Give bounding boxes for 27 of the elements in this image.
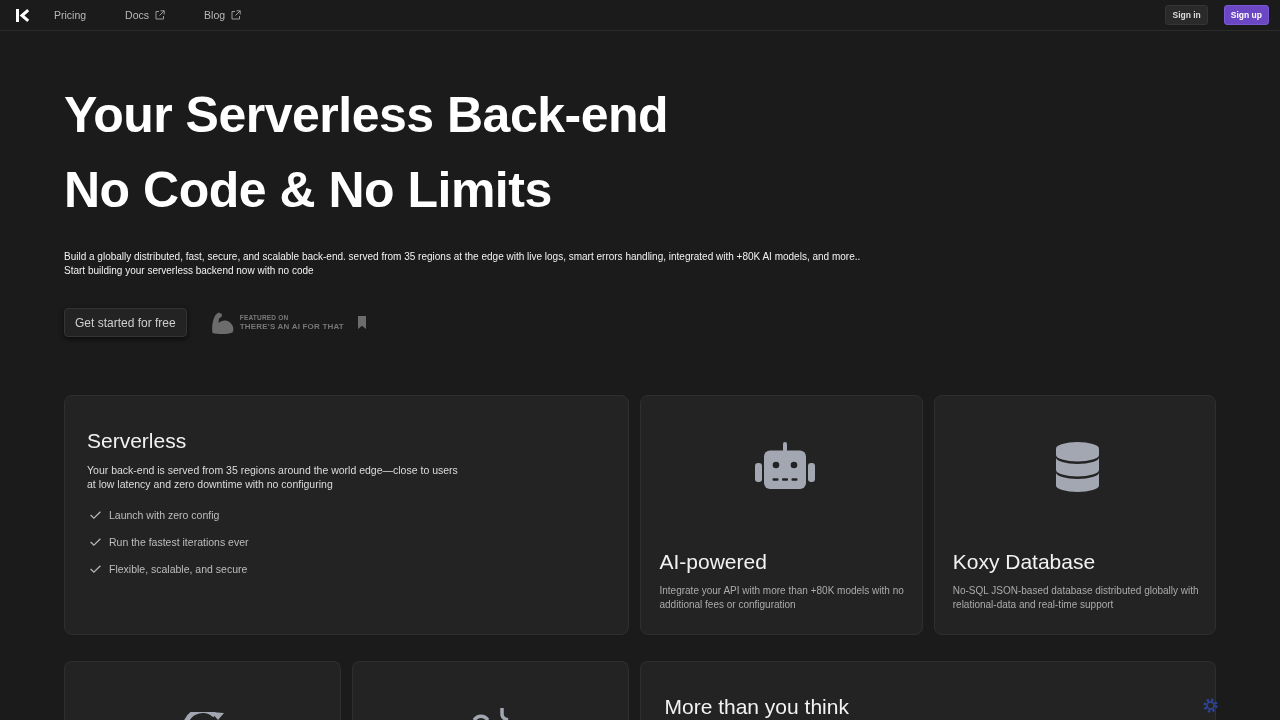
card-title: Koxy Database xyxy=(952,549,1096,574)
curve-icon xyxy=(470,708,511,720)
logo-icon[interactable] xyxy=(16,8,30,22)
nav-link[interactable]: Docs xyxy=(125,8,166,22)
card-title: More than you think xyxy=(664,694,849,719)
card-description: Your back-end is served from 35 regions around the world edge—close to users at low latency and zero downtime with no configuring xyxy=(87,463,459,491)
bookmark-icon xyxy=(357,316,366,329)
hero-title: Your Serverless Back-end No Code & No Limits xyxy=(64,86,669,220)
nav-link[interactable]: Pricing xyxy=(54,8,87,22)
checklist-item: Flexible, scalable, and secure xyxy=(109,562,248,575)
database-icon xyxy=(1056,442,1100,492)
sign-up-button[interactable]: Sign up xyxy=(1223,5,1269,25)
robot-icon xyxy=(754,442,815,489)
get-started-button[interactable]: Get started for free xyxy=(64,308,187,337)
flexed-arm-icon xyxy=(209,310,236,335)
check-icon xyxy=(90,564,101,573)
card-title: Serverless xyxy=(87,428,187,453)
card-description: No-SQL JSON-based database distributed globally with relational-data and real-time support xyxy=(952,584,1200,612)
checklist-item: Run the fastest iterations ever xyxy=(109,535,249,548)
sign-in-button[interactable]: Sign in xyxy=(1165,5,1208,25)
card-title: AI-powered xyxy=(659,549,767,574)
card-description: Integrate your API with more than +80K models with no additional fees or configuration xyxy=(659,584,905,612)
check-icon xyxy=(90,537,101,546)
checklist-item: Launch with zero config xyxy=(109,508,220,521)
hero-subtitle: Build a globally distributed, fast, secure, and scalable back-end. served from 35 regions at the edge with live logs, smart errors handling, integrated with +80K AI models, and more.. Start building your serverless backend now with no code xyxy=(64,250,861,277)
nav-link[interactable]: Blog xyxy=(204,8,242,22)
check-icon xyxy=(90,510,101,519)
